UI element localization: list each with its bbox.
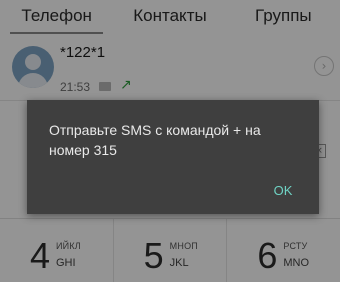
ussd-alert-dialog: Отправьте SMS с командой + на номер 315 … (27, 100, 319, 214)
ok-button[interactable]: OK (263, 180, 303, 200)
dialog-message: Отправьте SMS с командой + на номер 315 (49, 122, 261, 158)
